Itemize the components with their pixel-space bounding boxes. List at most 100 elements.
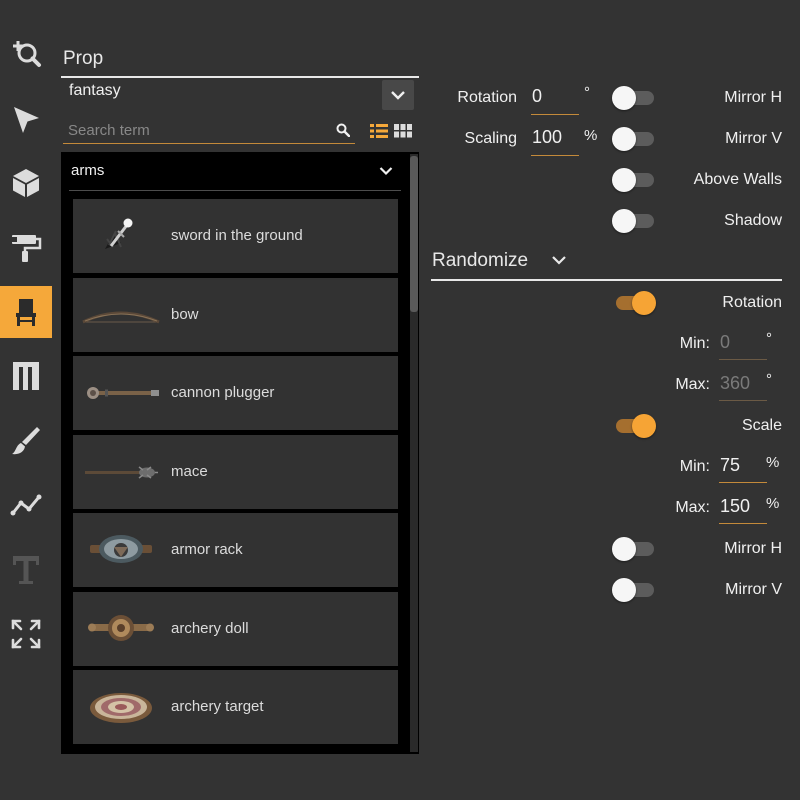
zoom-tool[interactable] (0, 28, 52, 80)
mace-icon (81, 443, 161, 501)
asset-pack-select[interactable]: fantasy (69, 82, 121, 100)
random-mirror-v-label: Mirror V (725, 581, 782, 598)
list-item[interactable]: mace (73, 434, 398, 509)
rotation-input[interactable]: 0 (531, 86, 578, 114)
title-divider (61, 76, 419, 78)
scale-min-label: Min: (679, 458, 710, 475)
random-mirror-h-toggle[interactable] (612, 537, 656, 561)
list-item[interactable]: armor rack (73, 513, 398, 587)
scaling-input-underline (531, 155, 579, 156)
wall-icon (13, 362, 39, 390)
tool-bar (0, 0, 52, 800)
brush-tool[interactable] (0, 415, 52, 467)
armor-rack-icon (81, 521, 161, 579)
rotation-min-unit: ° (766, 330, 772, 347)
shadow-label: Shadow (724, 212, 782, 229)
rotation-min-underline (719, 359, 767, 360)
grid-view-icon[interactable] (394, 123, 412, 139)
scale-min-underline (719, 482, 767, 483)
text-tool[interactable] (0, 544, 52, 596)
item-label: armor rack (171, 541, 243, 558)
paint-tool[interactable] (0, 221, 52, 273)
prop-list: arms sword in the ground bow cannon plug… (61, 152, 419, 754)
group-select[interactable]: arms (71, 162, 104, 179)
item-label: mace (171, 462, 208, 480)
brush-icon (12, 427, 40, 455)
scale-min-input[interactable]: 75 (719, 455, 766, 483)
group-divider (69, 190, 401, 191)
randomize-divider (431, 279, 782, 281)
text-icon (13, 556, 39, 584)
rotation-unit: ° (584, 84, 590, 101)
mirror-h-label: Mirror H (724, 89, 782, 106)
item-label: archery target (171, 698, 264, 715)
prop-items: sword in the ground bow cannon plugger m… (73, 199, 398, 749)
chevron-down-icon (391, 91, 405, 100)
list-item[interactable]: archery target (73, 670, 398, 744)
wall-tool[interactable] (0, 350, 52, 402)
select-tool[interactable] (0, 94, 52, 146)
rotation-max-underline (719, 400, 767, 401)
list-item[interactable]: cannon plugger (73, 356, 398, 430)
cube-icon (13, 169, 39, 197)
archery-doll-icon (81, 600, 161, 658)
zoom-in-icon (13, 41, 41, 67)
paint-roller-icon (12, 235, 42, 262)
random-scale-toggle[interactable] (612, 414, 656, 438)
rotation-max-input[interactable]: 360 (719, 373, 766, 401)
list-item[interactable]: archery doll (73, 591, 398, 666)
asset-pack-dropdown-button[interactable] (382, 80, 414, 110)
rotation-input-underline (531, 114, 579, 115)
rotation-max-unit: ° (766, 371, 772, 388)
scrollbar[interactable] (410, 154, 418, 752)
above-walls-label: Above Walls (693, 171, 782, 188)
chair-icon (16, 299, 36, 326)
list-view-icon[interactable] (370, 123, 388, 139)
rotation-min-input[interactable]: 0 (719, 332, 766, 360)
mirror-v-toggle[interactable] (612, 127, 656, 151)
random-mirror-h-label: Mirror H (724, 540, 782, 557)
search-underline (63, 143, 355, 144)
mirror-v-label: Mirror V (725, 130, 782, 147)
object-tool[interactable] (0, 157, 52, 209)
path-icon (10, 494, 42, 516)
scale-max-unit: % (766, 495, 780, 512)
prop-panel-title: Prop (63, 48, 104, 69)
prop-tool[interactable] (0, 286, 52, 338)
item-label: sword in the ground (171, 227, 303, 244)
item-label: cannon plugger (171, 384, 275, 401)
scale-max-label: Max: (675, 499, 710, 516)
rotation-max-label: Max: (675, 376, 710, 393)
item-label: bow (171, 305, 199, 323)
random-rotation-toggle[interactable] (612, 291, 656, 315)
list-item[interactable]: sword in the ground (73, 199, 398, 273)
search-input[interactable] (63, 118, 338, 142)
scaling-unit: % (584, 127, 598, 144)
chevron-down-icon[interactable] (551, 254, 567, 266)
sword-in-ground-icon (81, 207, 161, 265)
list-item[interactable]: bow (73, 277, 398, 352)
rotation-label: Rotation (457, 89, 517, 106)
pointer-icon (14, 107, 39, 133)
shadow-toggle[interactable] (612, 209, 656, 233)
randomize-title[interactable]: Randomize (432, 250, 528, 272)
mirror-h-toggle[interactable] (612, 86, 656, 110)
scrollbar-thumb[interactable] (410, 156, 418, 312)
chevron-down-icon[interactable] (379, 166, 393, 176)
archery-target-icon (81, 678, 161, 736)
search-icon[interactable] (336, 123, 350, 137)
bow-icon (81, 286, 161, 344)
scaling-input[interactable]: 100 (531, 127, 578, 155)
random-rotation-label: Rotation (722, 294, 782, 311)
item-label: archery doll (171, 619, 249, 637)
expand-icon (11, 619, 41, 649)
path-tool[interactable] (0, 479, 52, 531)
random-mirror-v-toggle[interactable] (612, 578, 656, 602)
scale-max-input[interactable]: 150 (719, 496, 766, 524)
cannon-plugger-icon (81, 364, 161, 422)
above-walls-toggle[interactable] (612, 168, 656, 192)
scaling-label: Scaling (464, 130, 517, 147)
fit-tool[interactable] (0, 608, 52, 660)
scale-max-underline (719, 523, 767, 524)
rotation-min-label: Min: (679, 335, 710, 352)
